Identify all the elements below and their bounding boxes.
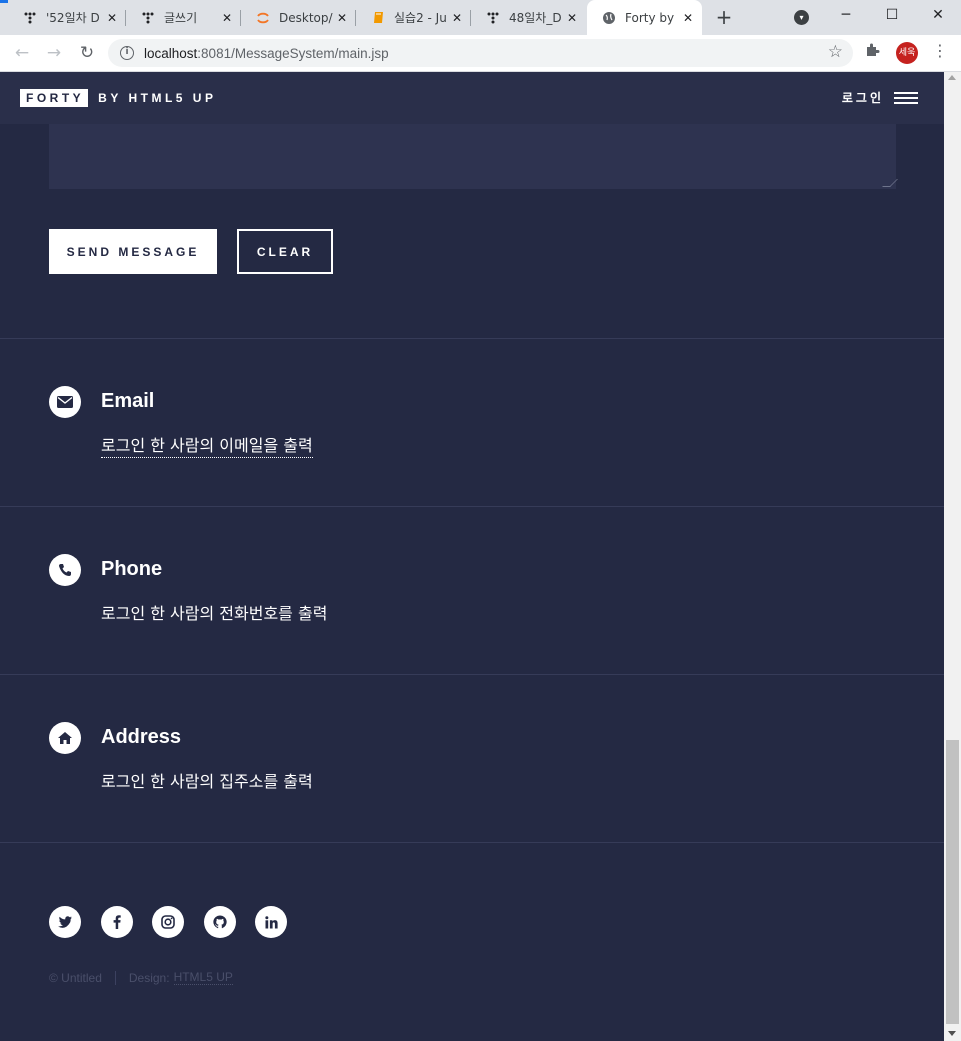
bookmark-star-icon[interactable]: ☆	[828, 42, 843, 62]
footer-separator	[114, 970, 116, 985]
browser-tab[interactable]: 글쓰기 ✕	[126, 0, 241, 35]
maximize-icon[interactable]: ☐	[869, 0, 915, 30]
tistory-icon	[22, 10, 38, 26]
forward-arrow-icon[interactable]: →	[42, 41, 66, 65]
back-arrow-icon[interactable]: ←	[10, 41, 34, 65]
browser-tab-active[interactable]: Forty by ✕	[587, 0, 702, 35]
close-icon[interactable]: ✕	[449, 11, 465, 25]
scroll-down-arrow-icon[interactable]	[948, 1031, 956, 1036]
tab-title: 48일차_D	[509, 11, 562, 25]
close-icon[interactable]: ✕	[219, 11, 235, 25]
extensions-puzzle-icon[interactable]	[864, 42, 880, 62]
github-icon[interactable]	[203, 906, 236, 938]
home-icon	[49, 722, 81, 754]
tab-title: '52일차 D	[46, 11, 100, 25]
instagram-icon[interactable]	[152, 906, 184, 938]
tistory-icon	[140, 10, 156, 26]
clear-button[interactable]: CLEAR	[237, 229, 333, 274]
profile-avatar[interactable]: 세욱	[896, 42, 918, 64]
send-message-button[interactable]: SEND MESSAGE	[49, 229, 217, 274]
scrollbar-thumb[interactable]	[946, 740, 959, 1024]
tistory-icon	[485, 10, 501, 26]
address-bar[interactable]: i localhost:8081/MessageSystem/main.jsp …	[108, 39, 853, 67]
message-textarea[interactable]	[49, 124, 898, 189]
tab-title: 실습2 - Ju	[394, 11, 447, 25]
close-icon[interactable]: ✕	[564, 11, 580, 25]
facebook-icon[interactable]	[100, 906, 133, 938]
browser-tab-strip: '52일차 D ✕ 글쓰기 ✕ Desktop/ ✕ 실습2 - Ju ✕ 48…	[0, 0, 961, 35]
design-label: Design:	[128, 970, 170, 985]
globe-icon	[601, 10, 617, 26]
contact-email-link[interactable]: 로그인 한 사람의 이메일을 출력	[101, 432, 313, 458]
window-corner-accent	[0, 0, 8, 3]
phone-icon	[49, 554, 81, 586]
contact-phone-value: 로그인 한 사람의 전화번호를 출력	[101, 604, 328, 623]
section-divider	[0, 842, 944, 843]
twitter-icon[interactable]	[49, 906, 81, 938]
site-header: FORTY BY HTML5 UP 로그인	[0, 72, 944, 124]
tab-title: 글쓰기	[164, 11, 198, 25]
envelope-icon	[49, 386, 81, 418]
copyright-bar: © Untitled Design: HTML5 UP	[49, 970, 233, 985]
contact-title: Address	[101, 726, 182, 748]
contact-title: Phone	[101, 558, 163, 580]
browser-tab[interactable]: '52일차 D ✕	[8, 0, 126, 35]
minimize-icon[interactable]: ─	[823, 0, 869, 30]
window-close-icon[interactable]: ✕	[915, 0, 961, 30]
section-divider	[0, 506, 944, 507]
url-text: localhost:8081/MessageSystem/main.jsp	[144, 46, 389, 61]
copyright-text: © Untitled	[49, 970, 102, 985]
browser-tab[interactable]: Desktop/ ✕	[241, 0, 356, 35]
tab-title: Forty by	[625, 10, 675, 25]
notebook-icon	[370, 10, 386, 26]
hamburger-menu-icon	[894, 91, 918, 104]
tab-search-icon[interactable]: ▾	[794, 10, 809, 25]
browser-menu-icon[interactable]: ⋮	[930, 41, 950, 60]
logo-primary[interactable]: FORTY	[20, 89, 89, 107]
contact-title: Email	[101, 390, 155, 412]
browser-toolbar: ← → ↻ i localhost:8081/MessageSystem/mai…	[0, 35, 961, 72]
tab-title: Desktop/	[279, 10, 333, 25]
browser-tab[interactable]: 48일차_D ✕	[471, 0, 586, 35]
scroll-up-arrow-icon[interactable]	[948, 75, 956, 80]
section-divider	[0, 338, 944, 339]
menu-label: 로그인	[841, 91, 884, 105]
resize-grip-icon[interactable]	[882, 179, 898, 187]
new-tab-button[interactable]: +	[712, 6, 736, 30]
reload-icon[interactable]: ↻	[75, 41, 99, 65]
logo-secondary[interactable]: BY HTML5 UP	[98, 91, 216, 105]
linkedin-icon[interactable]	[255, 906, 287, 938]
contact-address-value: 로그인 한 사람의 집주소를 출력	[101, 772, 313, 791]
close-icon[interactable]: ✕	[104, 11, 120, 25]
close-icon[interactable]: ✕	[334, 11, 350, 25]
social-links	[49, 906, 307, 938]
section-divider	[0, 674, 944, 675]
url-path: :8081/MessageSystem/main.jsp	[197, 45, 389, 61]
page-viewport: FORTY BY HTML5 UP 로그인 SEND MESSAGE CLEAR…	[0, 72, 944, 1041]
site-info-icon[interactable]: i	[120, 46, 134, 60]
close-icon[interactable]: ✕	[680, 11, 696, 25]
login-menu-button[interactable]: 로그인	[842, 89, 918, 106]
design-credit-link[interactable]: HTML5 UP	[173, 970, 233, 985]
url-host: localhost	[144, 45, 198, 61]
browser-tab[interactable]: 실습2 - Ju ✕	[356, 0, 471, 35]
page-scrollbar[interactable]	[944, 72, 961, 1041]
jupyter-icon	[255, 10, 271, 26]
